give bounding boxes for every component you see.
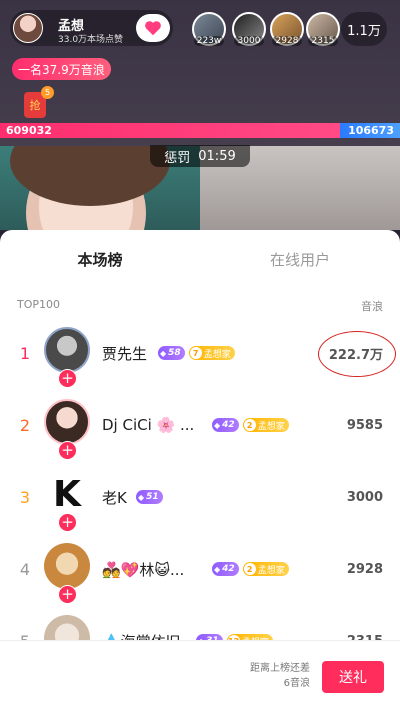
gem-icon: ◆: [138, 492, 145, 502]
pk-right-score: 106673: [340, 123, 400, 138]
list-header-top: TOP100: [17, 298, 61, 311]
list-header: TOP100 音浪: [0, 294, 400, 316]
level-badge: ◆ 42: [212, 562, 239, 576]
follow-plus-icon[interactable]: +: [58, 585, 77, 604]
avatar[interactable]: [44, 327, 90, 373]
level-badge: ◆ 51: [136, 490, 163, 504]
online-count-button[interactable]: 1.1万: [341, 12, 387, 46]
live-room-header: 孟想 33.0万本场点赞 223w 3000 2928 2315 1.1万 一名…: [0, 0, 400, 230]
follow-button[interactable]: [136, 14, 170, 42]
avatar[interactable]: K: [44, 471, 90, 517]
score: 9585: [346, 417, 383, 433]
rank-gap-line2: 6音浪: [283, 678, 310, 689]
viewer-count-2: 3000: [234, 36, 264, 46]
gem-icon: ◆: [214, 420, 221, 430]
rank-number: 4: [19, 559, 31, 579]
user-badges: ◆ 51: [136, 461, 163, 533]
user-name: Dj CiCi 🌸 ...: [102, 416, 195, 434]
rank-number: 1: [19, 343, 31, 363]
score: 2928: [346, 561, 383, 577]
user-name: 💑💖林😺...: [102, 560, 185, 579]
ranking-panel: 本场榜 在线用户 TOP100 音浪 1 + 贾先生 ◆ 58 7 孟想家 222.…: [0, 230, 400, 711]
avatar[interactable]: [44, 399, 90, 445]
user-badges: ◆ 42 2 孟想家: [212, 389, 289, 461]
user-badges: ◆ 42 2 孟想家: [212, 533, 289, 605]
punish-countdown: 01:59: [198, 148, 236, 164]
ranking-row[interactable]: 4 + 💑💖林😺... ◆ 42 2 孟想家 2928: [0, 533, 400, 605]
punish-timer: 惩罚 01:59: [150, 145, 250, 167]
gem-icon: ◆: [214, 564, 221, 574]
ranking-tabs: 本场榜 在线用户: [0, 230, 400, 288]
viewer-avatar-3[interactable]: 2928: [270, 12, 304, 46]
red-packet-icon[interactable]: 抢 5: [24, 86, 54, 118]
red-packet-badge: 5: [41, 86, 54, 99]
pk-progress-bar: 609032 106673: [0, 123, 400, 138]
fan-club-badge: 2 孟想家: [242, 418, 289, 432]
rank-gap-line1: 距离上榜还差: [250, 663, 310, 674]
pk-left-score: 609032: [0, 123, 340, 138]
tab-online-users[interactable]: 在线用户: [200, 230, 400, 288]
fan-club-badge: 2 孟想家: [242, 562, 289, 576]
viewer-avatar-4[interactable]: 2315: [306, 12, 340, 46]
user-name: 贾先生: [102, 344, 148, 363]
punish-label: 惩罚: [164, 150, 191, 166]
fan-club-badge: 7 孟想家: [188, 346, 235, 360]
host-avatar[interactable]: [13, 13, 43, 43]
avatar[interactable]: [44, 543, 90, 589]
user-badges: ◆ 58 7 孟想家: [158, 317, 235, 389]
level-badge: ◆ 58: [158, 346, 185, 360]
score: 3000: [346, 489, 383, 505]
host-likes: 33.0万本场点赞: [58, 35, 124, 45]
user-name: 老K: [102, 488, 127, 507]
ranking-row[interactable]: 3 K + 老K ◆ 51 3000: [0, 461, 400, 533]
list-header-unit: 音浪: [361, 300, 383, 313]
level-badge: ◆ 42: [212, 418, 239, 432]
viewer-count-4: 2315: [308, 36, 338, 46]
tab-current-ranking[interactable]: 本场榜: [0, 230, 200, 288]
rank-number: 2: [19, 415, 31, 435]
rank-gap-tip: 距离上榜还差 6音浪: [230, 661, 310, 691]
gem-icon: ◆: [160, 348, 167, 358]
follow-plus-icon[interactable]: +: [58, 513, 77, 532]
host-card[interactable]: 孟想 33.0万本场点赞: [10, 10, 173, 46]
ranking-row[interactable]: 2 + Dj CiCi 🌸 ... ◆ 42 2 孟想家 9585: [0, 389, 400, 461]
heart-icon: [145, 21, 161, 36]
viewer-avatar-2[interactable]: 3000: [232, 12, 266, 46]
highlight-circle: [318, 331, 396, 377]
bottom-bar: 距离上榜还差 6音浪 送礼: [0, 640, 400, 711]
follow-plus-icon[interactable]: +: [58, 441, 77, 460]
red-packet-label: 抢: [29, 99, 41, 112]
viewer-avatar-1[interactable]: 223w: [192, 12, 226, 46]
viewer-count-1: 223w: [194, 36, 224, 46]
send-gift-button[interactable]: 送礼: [322, 661, 384, 693]
follow-plus-icon[interactable]: +: [58, 369, 77, 388]
rank-pill[interactable]: 一名37.9万音浪: [12, 58, 111, 80]
rank-number: 3: [19, 487, 31, 507]
viewer-count-3: 2928: [272, 36, 302, 46]
